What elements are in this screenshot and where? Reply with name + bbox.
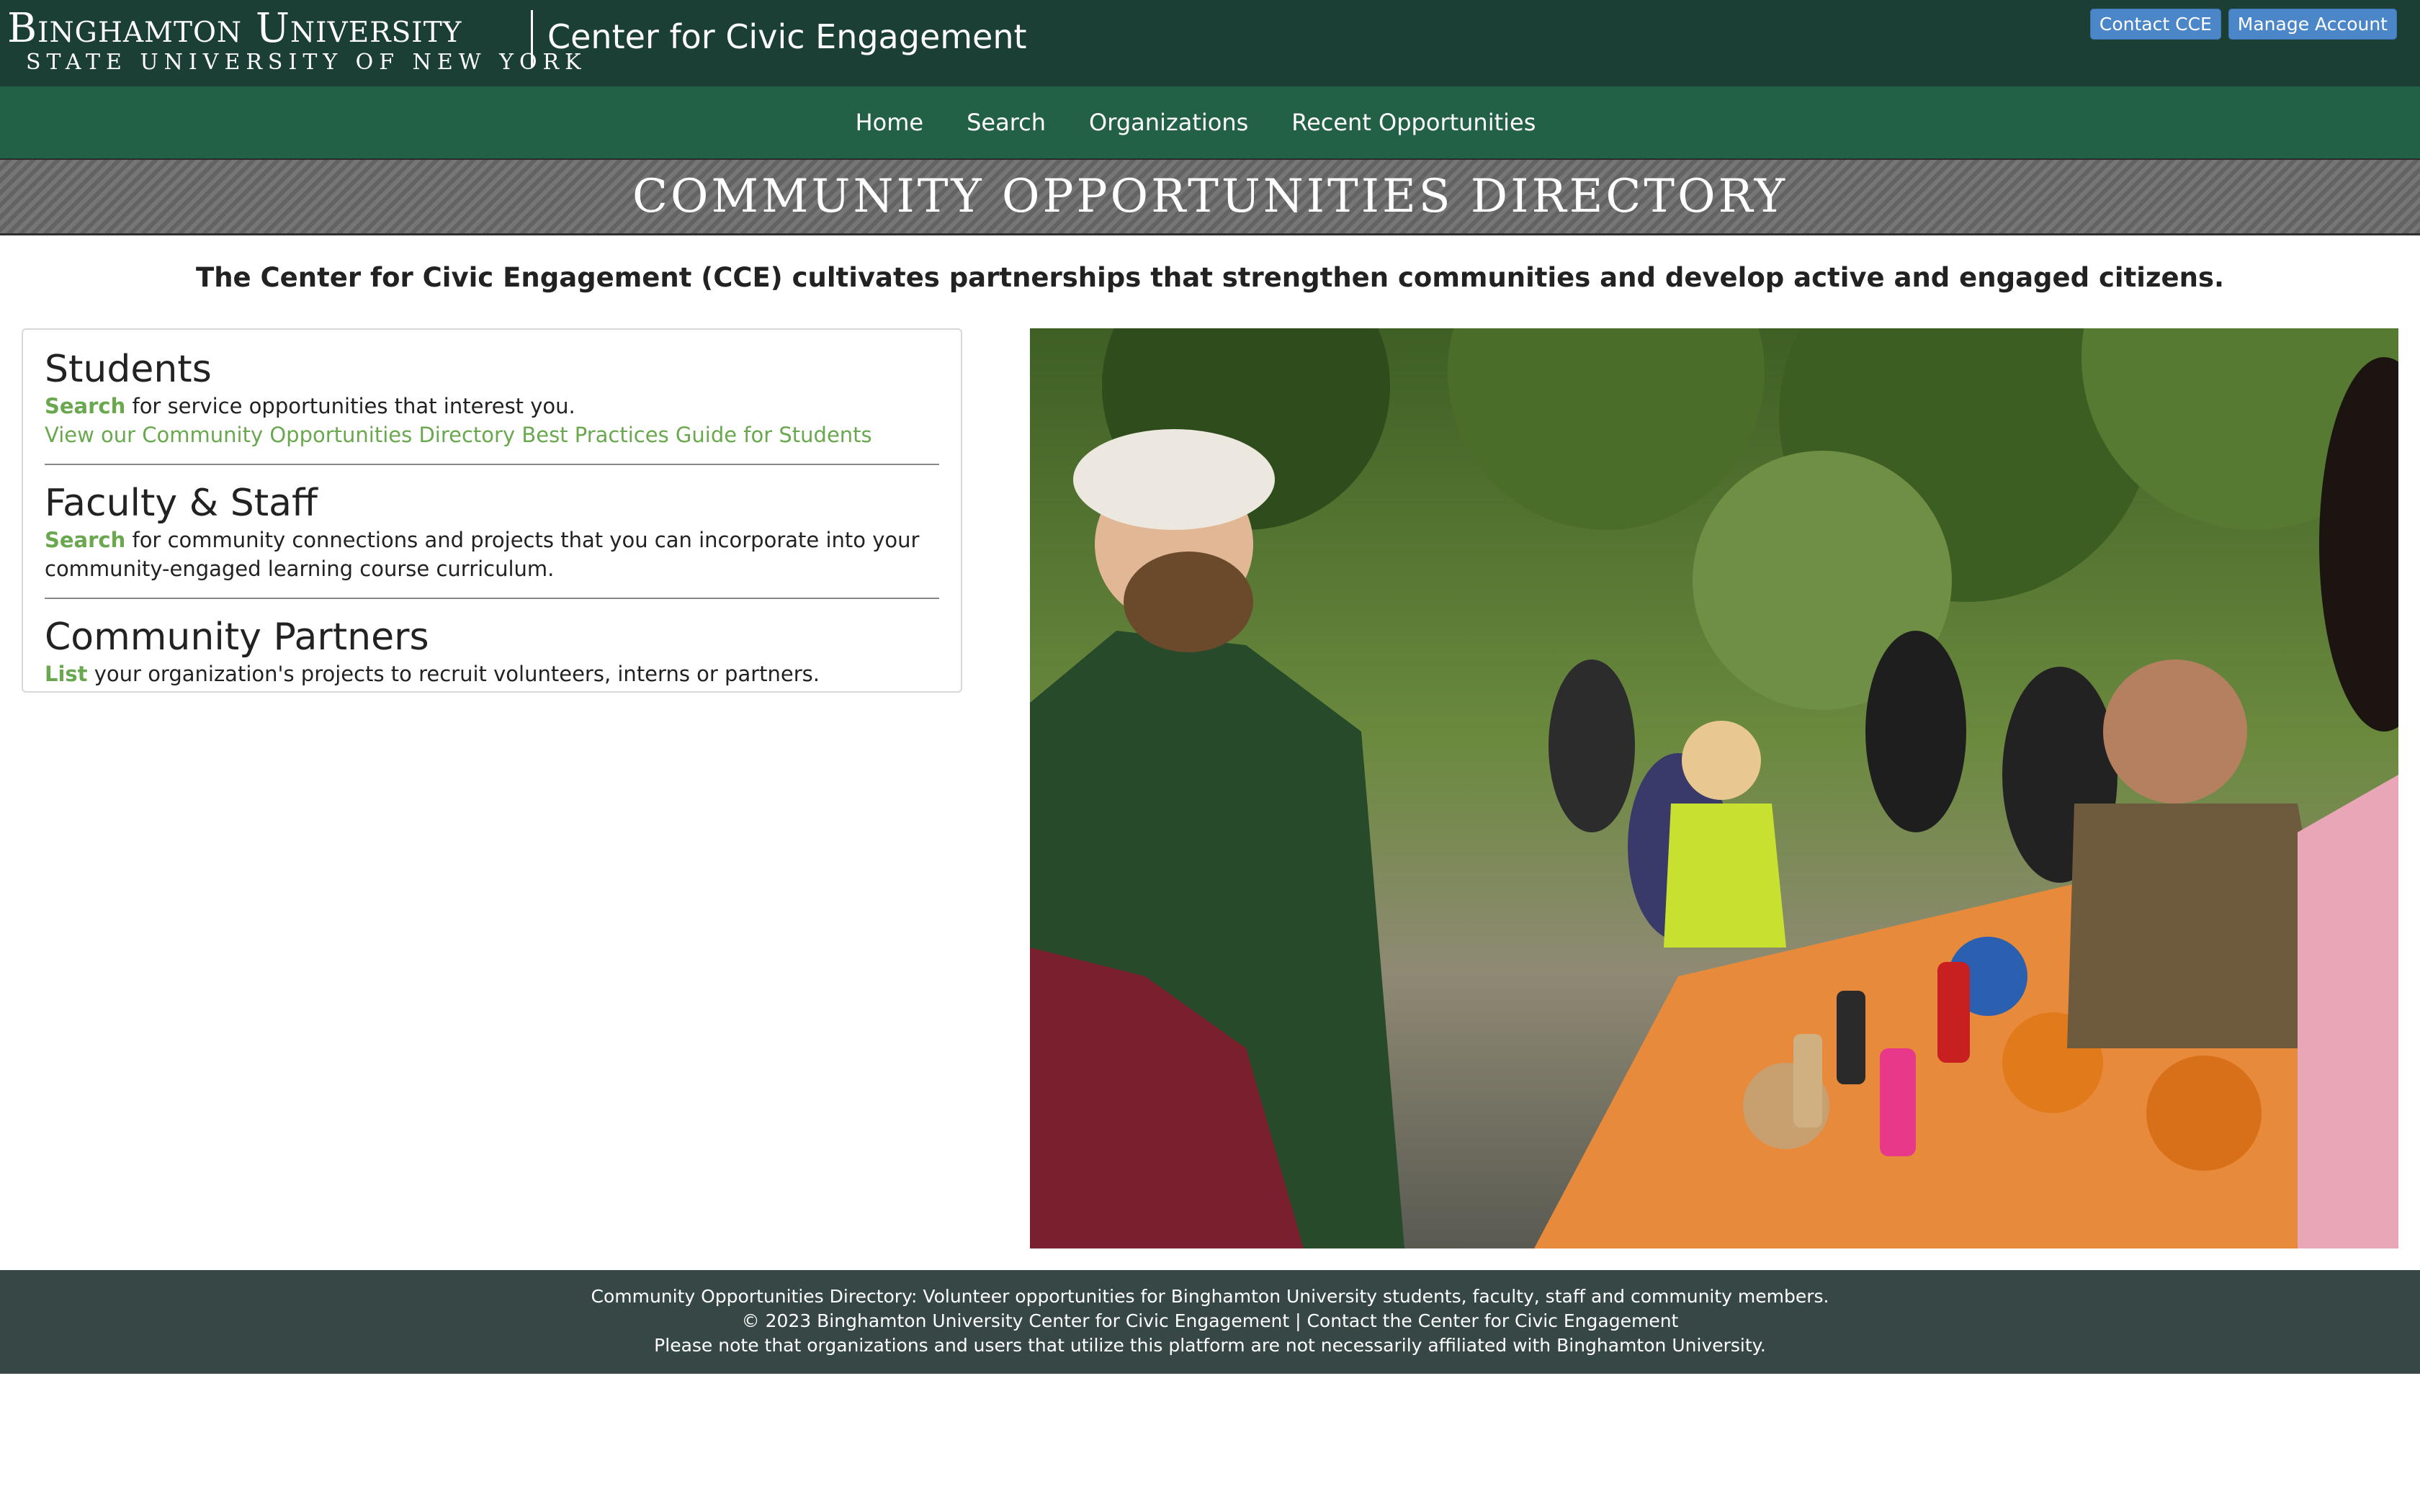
page-banner: COMMUNITY OPPORTUNITIES DIRECTORY: [0, 160, 2420, 235]
partners-description: your organization's projects to recruit …: [87, 662, 820, 686]
best-practices-guide-link[interactable]: View our Community Opportunities Directo…: [45, 423, 872, 447]
students-text: Search for service opportunities that in…: [45, 392, 939, 420]
students-section: Students Search for service opportunitie…: [45, 347, 939, 449]
partners-heading: Community Partners: [45, 616, 429, 659]
partners-text: List your organization's projects to rec…: [45, 660, 939, 688]
nav-home[interactable]: Home: [856, 109, 924, 136]
footer-disclaimer: Please note that organizations and users…: [654, 1335, 1766, 1356]
tagline: The Center for Civic Engagement (CCE) cu…: [195, 262, 2225, 293]
students-search-link[interactable]: Search: [45, 394, 125, 418]
faculty-heading: Faculty & Staff: [45, 482, 318, 525]
university-subtitle: STATE UNIVERSITY OF NEW YORK: [26, 50, 587, 75]
students-heading: Students: [45, 348, 212, 391]
site-footer: Community Opportunities Directory: Volun…: [0, 1270, 2420, 1374]
manage-account-button[interactable]: Manage Account: [2228, 9, 2397, 40]
section-divider: [45, 598, 939, 599]
nav-search[interactable]: Search: [967, 109, 1046, 136]
header-buttons: Contact CCE Manage Account: [2089, 9, 2397, 40]
hero-photo: [1030, 328, 2398, 1248]
partners-section: Community Partners List your organizatio…: [45, 615, 939, 688]
university-logo[interactable]: Binghamton University STATE UNIVERSITY O…: [7, 7, 587, 75]
main-nav: Home Search Organizations Recent Opportu…: [0, 86, 2420, 160]
faculty-description: for community connections and projects t…: [45, 528, 920, 581]
site-title[interactable]: Center for Civic Engagement: [547, 17, 1027, 56]
nav-organizations[interactable]: Organizations: [1089, 109, 1248, 136]
footer-description: Community Opportunities Directory: Volun…: [591, 1286, 1829, 1307]
students-guide: View our Community Opportunities Directo…: [45, 420, 939, 449]
footer-copyright[interactable]: © 2023 Binghamton University Center for …: [0, 1309, 2420, 1333]
faculty-text: Search for community connections and pro…: [45, 526, 939, 583]
students-description: for service opportunities that interest …: [125, 394, 575, 418]
volunteers-painting-pumpkins-image: [1030, 328, 2398, 1248]
page-title: COMMUNITY OPPORTUNITIES DIRECTORY: [632, 170, 1788, 223]
partners-list-link[interactable]: List: [45, 662, 88, 686]
university-name: Binghamton University: [7, 5, 462, 52]
faculty-section: Faculty & Staff Search for community con…: [45, 481, 939, 583]
faculty-search-link[interactable]: Search: [45, 528, 125, 552]
contact-cce-button[interactable]: Contact CCE: [2089, 9, 2221, 40]
section-divider: [45, 464, 939, 465]
logo-divider: [531, 10, 533, 68]
audience-panel: Students Search for service opportunitie…: [22, 328, 962, 693]
nav-recent-opportunities[interactable]: Recent Opportunities: [1291, 109, 1536, 136]
nav-items: Home Search Organizations Recent Opportu…: [0, 86, 2420, 158]
site-header: Binghamton University STATE UNIVERSITY O…: [0, 0, 2420, 86]
